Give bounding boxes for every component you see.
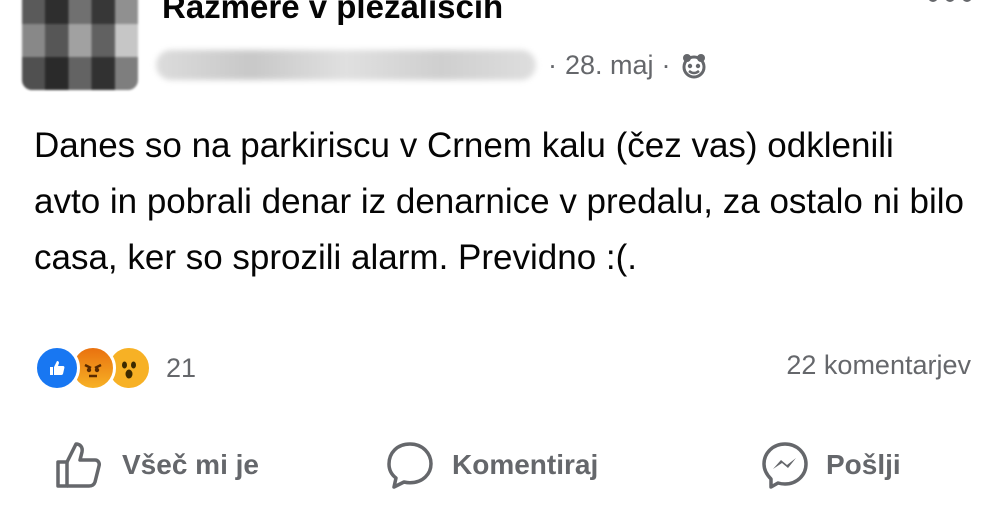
comment-button-label: Komentiraj xyxy=(452,449,599,480)
group-privacy-icon xyxy=(679,51,709,81)
like-button[interactable]: Všeč mi je xyxy=(52,430,259,500)
meta-separator-2: · xyxy=(661,50,671,80)
post-text: Danes so na parkiriscu v Crnem kalu (čez… xyxy=(34,126,965,277)
thumbs-up-icon xyxy=(56,442,101,488)
more-options-icon[interactable] xyxy=(928,0,972,2)
send-button[interactable]: Pošlji xyxy=(760,430,901,500)
group-avatar[interactable] xyxy=(22,0,138,90)
reaction-count[interactable]: 21 xyxy=(166,353,196,384)
meta-separator: · xyxy=(548,50,557,80)
action-bar: Všeč mi je Komentiraj Pošlji xyxy=(0,430,1003,500)
comment-bubble-icon xyxy=(387,442,433,489)
comments-count[interactable]: 22 komentarjev xyxy=(786,350,971,381)
like-icon xyxy=(34,345,80,391)
group-name[interactable]: Razmere v plezališčih xyxy=(162,0,503,26)
send-button-label: Pošlji xyxy=(826,449,901,480)
post-date[interactable]: 28. maj xyxy=(565,50,654,81)
messenger-icon xyxy=(762,442,808,489)
author-name-blurred[interactable] xyxy=(156,50,536,80)
comment-button[interactable]: Komentiraj xyxy=(384,430,598,500)
reactions-summary[interactable]: 21 xyxy=(34,345,196,391)
post-meta: · 28. maj · xyxy=(548,50,709,81)
like-button-label: Všeč mi je xyxy=(122,449,259,480)
